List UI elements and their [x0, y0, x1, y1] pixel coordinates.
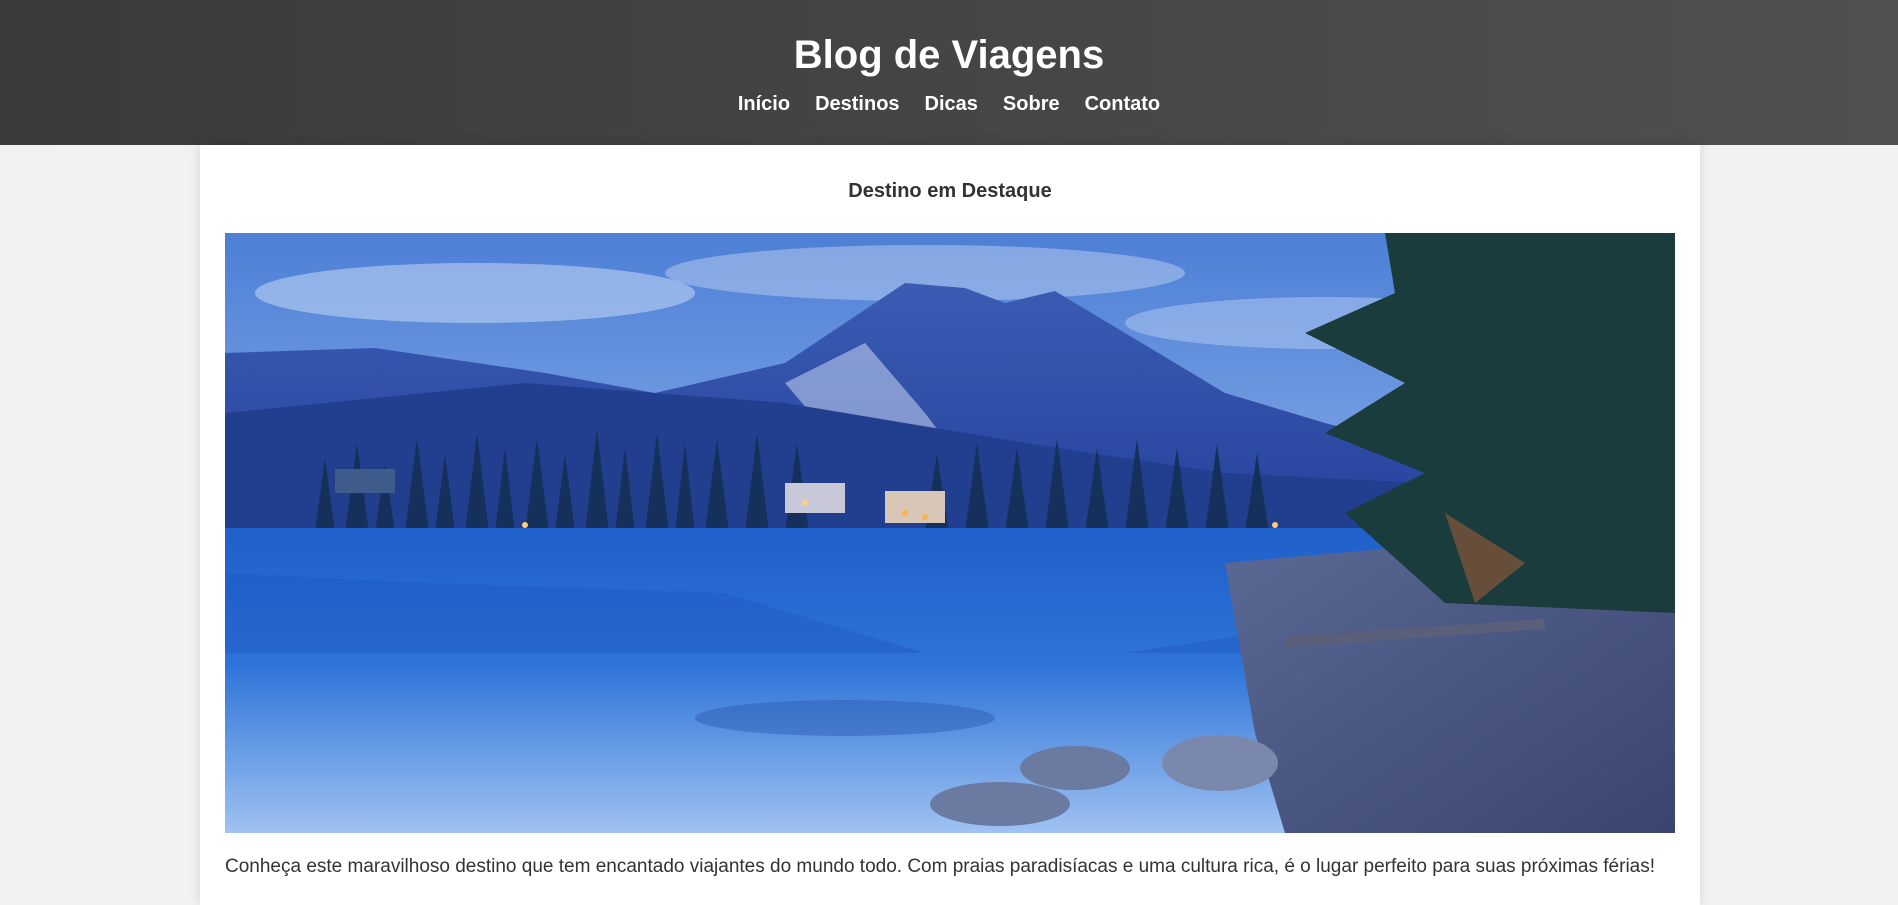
- featured-destination-image: [225, 233, 1675, 833]
- nav-link-sobre[interactable]: Sobre: [1003, 92, 1060, 116]
- section-title: Destino em Destaque: [848, 180, 1052, 202]
- main-nav: Início Destinos Dicas Sobre Contato: [0, 92, 1898, 116]
- nav-link-contato[interactable]: Contato: [1085, 92, 1161, 116]
- nav-link-destinos[interactable]: Destinos: [815, 92, 899, 116]
- nav-link-dicas[interactable]: Dicas: [925, 92, 978, 116]
- site-header: Blog de Viagens Início Destinos Dicas So…: [0, 0, 1898, 145]
- featured-description: Conheça este maravilhoso destino que tem…: [225, 856, 1656, 877]
- site-title: Blog de Viagens: [793, 33, 1105, 77]
- featured-section: Destino em Destaque Conheça este maravil…: [200, 145, 1700, 905]
- nav-link-inicio[interactable]: Início: [738, 92, 790, 116]
